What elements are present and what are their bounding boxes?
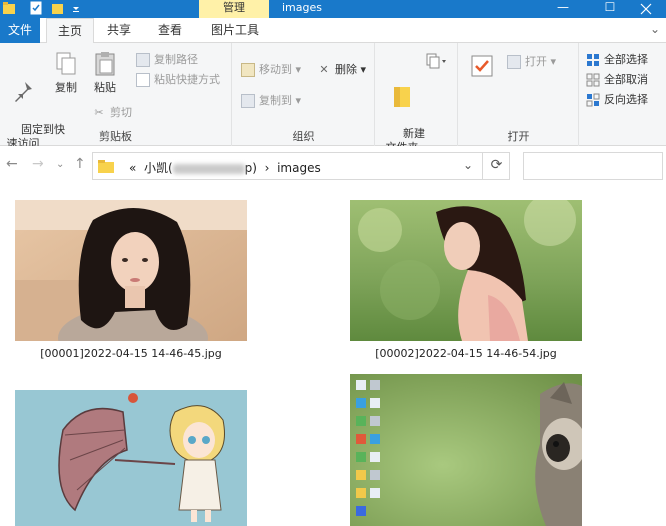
navigation-bar: ← → ⌄ ↑ « 小凯(p) › images ⌄ ⟳ — [0, 146, 666, 186]
tab-picture-tools[interactable]: 图片工具 — [200, 18, 270, 43]
open-label: 打开 — [525, 55, 547, 68]
organize-group-label: 组织 — [292, 130, 315, 143]
folder-icon — [3, 2, 15, 14]
file-thumbnail-2[interactable] — [350, 200, 582, 341]
chevron-down-icon[interactable]: ⌄ — [463, 158, 473, 172]
file-name[interactable]: [00002]2022-04-15 14-46-54.jpg — [350, 347, 582, 360]
invert-selection-icon — [586, 93, 600, 107]
manage-context-tab[interactable]: 管理 — [199, 0, 269, 18]
pin-icon — [15, 82, 32, 102]
copy-to-button[interactable]: 复制到 ▾ — [241, 92, 301, 110]
open-group: 打开 ▾ 打开 — [459, 43, 579, 146]
open-icon — [507, 55, 521, 69]
scissors-icon: ✂ — [94, 106, 104, 119]
back-arrow-icon[interactable]: ← — [6, 156, 18, 172]
close-icon[interactable] — [640, 3, 652, 15]
copy-button[interactable]: 复制 — [50, 51, 82, 95]
breadcrumb: « 小凯(p) › images — [129, 159, 321, 176]
clipboard-group: 固定到快 速访问 复制 粘贴 复制路径 粘贴快捷方式 ✂ 剪切 剪贴板 — [0, 43, 232, 150]
folder-icon — [394, 87, 410, 107]
organize-group: 移动到 ▾ ✕ 删除 ▾ 复制到 ▾ 组织 — [233, 43, 375, 146]
folder-icon — [98, 160, 114, 173]
breadcrumb-separator: › — [264, 161, 270, 175]
file-name[interactable]: [00001]2022-04-15 14-46-45.jpg — [15, 347, 247, 360]
search-input[interactable] — [523, 152, 663, 180]
delete-icon: ✕ — [319, 63, 329, 76]
ribbon-tab-bar: 文件 主页 共享 查看 图片工具 ⌄ — [0, 18, 666, 44]
ribbon: 固定到快 速访问 复制 粘贴 复制路径 粘贴快捷方式 ✂ 剪切 剪贴板 移动到 ▾ — [0, 43, 666, 154]
paste-shortcut-icon — [136, 73, 150, 87]
select-all-button[interactable]: 全部选择 — [586, 51, 648, 69]
tab-view[interactable]: 查看 — [146, 18, 194, 43]
blurred-text — [172, 163, 245, 174]
delete-label: 删除 — [335, 63, 357, 76]
file-thumbnail-1[interactable] — [15, 200, 247, 341]
move-to-icon — [241, 63, 255, 77]
refresh-button[interactable]: ⟳ — [482, 152, 510, 180]
title-bar: 管理 images — ☐ — [0, 0, 666, 18]
properties-icon — [471, 55, 493, 77]
invert-selection-label: 反向选择 — [604, 93, 648, 106]
cut-label: 剪切 — [110, 106, 132, 119]
select-none-icon — [586, 73, 600, 87]
minimize-button[interactable]: — — [540, 0, 586, 18]
breadcrumb-user-folder[interactable]: 小凯(p) — [144, 161, 257, 175]
select-group: 全部选择 全部取消 反向选择 — [580, 43, 666, 146]
copy-to-label: 复制到 — [259, 94, 292, 107]
address-bar[interactable]: « 小凯(p) › images ⌄ — [92, 152, 510, 180]
new-item-icon[interactable] — [426, 53, 448, 69]
copy-path-label: 复制路径 — [154, 53, 198, 66]
paste-button[interactable]: 粘贴 — [88, 51, 122, 95]
clipboard-group-label: 剪贴板 — [99, 130, 132, 143]
open-group-label: 打开 — [507, 130, 530, 143]
maximize-button[interactable]: ☐ — [587, 0, 633, 18]
properties-icon[interactable] — [30, 1, 42, 15]
photo-image — [350, 200, 582, 341]
chevron-down-icon[interactable]: ⌄ — [650, 22, 660, 36]
customize-toolbar-icon[interactable] — [70, 1, 82, 15]
file-thumbnail-4[interactable] — [350, 374, 582, 526]
delete-button[interactable]: ✕ 删除 ▾ — [317, 61, 366, 79]
paste-shortcut-button[interactable]: 粘贴快捷方式 — [136, 71, 220, 89]
invert-selection-button[interactable]: 反向选择 — [586, 91, 648, 109]
open-button[interactable]: 打开 ▾ — [507, 53, 556, 71]
move-to-label: 移动到 — [259, 63, 292, 76]
copy-label: 复制 — [55, 81, 77, 94]
breadcrumb-current[interactable]: images — [277, 161, 321, 175]
clipboard-icon — [95, 52, 115, 76]
up-arrow-icon[interactable]: ↑ — [74, 156, 86, 172]
tab-file[interactable]: 文件 — [0, 18, 40, 43]
new-group: 新建 文件夹 — [376, 43, 458, 154]
select-all-label: 全部选择 — [604, 53, 648, 66]
select-none-label: 全部取消 — [604, 73, 648, 86]
recent-locations-chevron-icon[interactable]: ⌄ — [56, 159, 64, 170]
photo-image — [350, 374, 582, 526]
copy-icon — [56, 52, 76, 75]
new-folder-quick-icon[interactable] — [52, 1, 64, 15]
cut-button[interactable]: ✂ 剪切 — [92, 104, 132, 122]
paste-label: 粘贴 — [94, 81, 116, 94]
photo-image — [15, 200, 247, 341]
tab-share[interactable]: 共享 — [96, 18, 142, 43]
copy-path-icon — [136, 53, 150, 67]
breadcrumb-overflow[interactable]: « — [129, 161, 136, 175]
copy-to-icon — [241, 94, 255, 108]
properties-button[interactable] — [467, 53, 497, 83]
select-all-icon — [587, 54, 599, 66]
forward-arrow-icon[interactable]: → — [32, 156, 44, 172]
illustration-image — [15, 390, 247, 526]
window-title: images — [282, 1, 322, 14]
copy-path-button[interactable]: 复制路径 — [136, 51, 198, 69]
select-none-button[interactable]: 全部取消 — [586, 71, 648, 89]
file-thumbnail-3[interactable] — [15, 390, 247, 526]
move-to-button[interactable]: 移动到 ▾ — [241, 61, 301, 79]
paste-shortcut-label: 粘贴快捷方式 — [154, 73, 220, 86]
tab-home[interactable]: 主页 — [46, 18, 94, 44]
